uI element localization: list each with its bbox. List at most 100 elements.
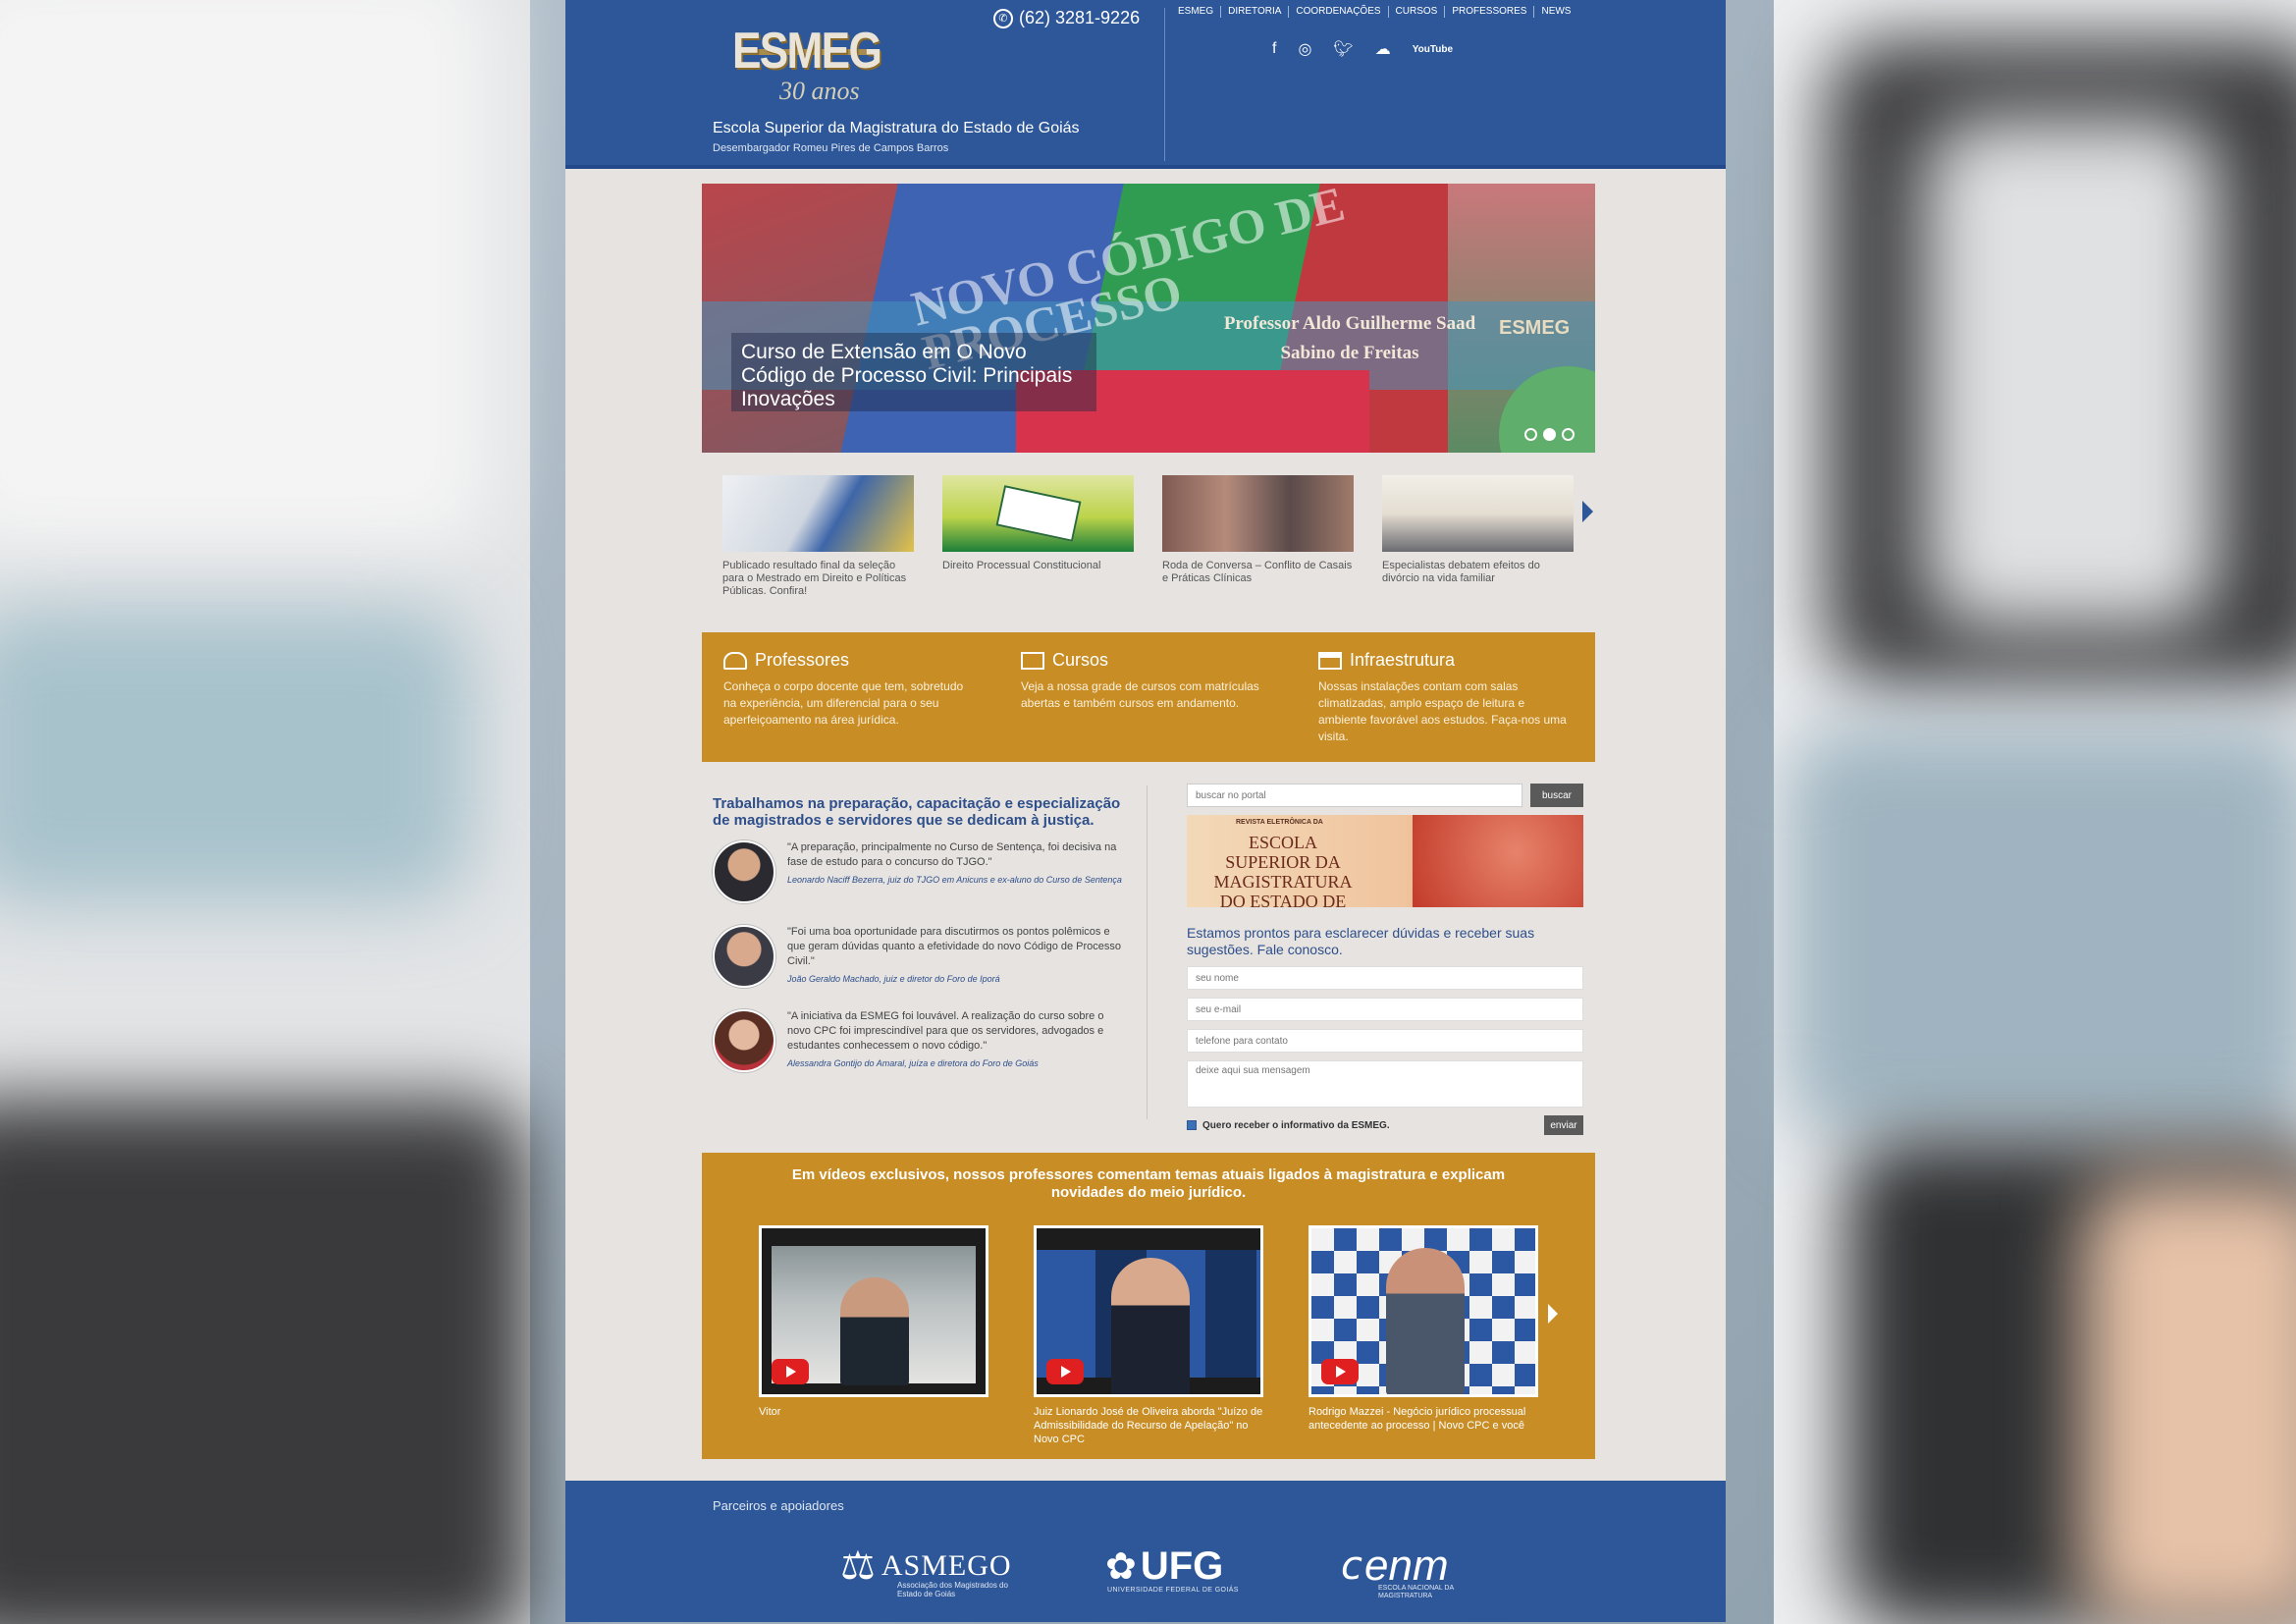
slider-dot-2[interactable] xyxy=(1543,428,1556,441)
testimonial: "Foi uma boa oportunidade para discutirm… xyxy=(713,925,1125,988)
video-item[interactable]: Juiz Lionardo José de Oliveira aborda "J… xyxy=(1034,1225,1263,1446)
partner-name: UFG xyxy=(1140,1543,1224,1588)
testimonial-quote: "A preparação, principalmente no Curso d… xyxy=(787,841,1117,868)
feature-description: Nossas instalações contam com salas clim… xyxy=(1318,679,1567,743)
search-input[interactable] xyxy=(1187,784,1522,807)
partner-asmego[interactable]: ⚖ ASMEGO Associação dos Magistrados do E… xyxy=(840,1536,1017,1598)
phone-text: (62) 3281-9226 xyxy=(1019,8,1141,27)
newsletter-label: Quero receber o informativo da ESMEG. xyxy=(1202,1119,1390,1131)
videos-next-arrow-icon[interactable] xyxy=(1548,1304,1558,1324)
nav-coordenacoes[interactable]: COORDENAÇÕES xyxy=(1289,6,1389,18)
nav-professores[interactable]: PROFESSORES xyxy=(1445,6,1535,18)
news-item[interactable]: Roda de Conversa – Conflito de Casais e … xyxy=(1162,475,1354,598)
video-item[interactable]: Rodrigo Mazzei - Negócio jurídico proces… xyxy=(1308,1225,1538,1433)
feature-description: Veja a nossa grade de cursos com matrícu… xyxy=(1021,679,1259,710)
hero-slider[interactable]: NOVO CÓDIGO DE PROCESSO Professor Aldo G… xyxy=(702,184,1595,453)
building-icon xyxy=(1318,651,1342,670)
logo-anniversary: 30 anos xyxy=(779,77,860,105)
nav-cursos[interactable]: CURSOS xyxy=(1389,6,1446,18)
send-button[interactable]: enviar xyxy=(1544,1115,1583,1135)
news-thumbnail-image xyxy=(1382,475,1574,552)
videos-band: Em vídeos exclusivos, nossos professores… xyxy=(702,1153,1595,1459)
column-divider xyxy=(1147,785,1148,1119)
message-field[interactable] xyxy=(1187,1060,1583,1108)
top-navigation: ESMEG DIRETORIA COORDENAÇÕES CURSOS PROF… xyxy=(1178,6,1577,18)
avatar xyxy=(713,840,775,903)
video-thumbnail xyxy=(1034,1225,1263,1397)
logo-wordmark: ESMEG xyxy=(732,23,882,80)
constitution-book-icon xyxy=(995,485,1082,542)
header-divider xyxy=(1164,8,1165,161)
thumbnails-next-arrow-icon[interactable] xyxy=(1582,501,1593,522)
search-button[interactable]: buscar xyxy=(1530,784,1583,807)
enm-swoosh-icon: ⅽ xyxy=(1341,1544,1362,1588)
banner-title: ESCOLA SUPERIOR DA MAGISTRATURA DO ESTAD… xyxy=(1213,833,1353,907)
scales-icon: ⚖ xyxy=(840,1544,876,1588)
newsletter-checkbox[interactable] xyxy=(1187,1120,1197,1130)
school-subtitle: Desembargador Romeu Pires de Campos Barr… xyxy=(713,142,949,154)
nav-news[interactable]: NEWS xyxy=(1534,6,1577,18)
banner-statue-art xyxy=(1413,815,1583,907)
keyboard-blur xyxy=(0,1100,530,1624)
slider-dot-1[interactable] xyxy=(1524,428,1537,441)
newsletter-option[interactable]: Quero receber o informativo da ESMEG. xyxy=(1187,1120,1390,1131)
email-field[interactable] xyxy=(1187,998,1583,1021)
news-caption: Especialistas debatem efeitos do divórci… xyxy=(1382,560,1540,584)
phone-number[interactable]: ✆ (62) 3281-9226 xyxy=(993,8,1140,28)
play-icon[interactable] xyxy=(772,1359,809,1384)
nav-diretoria[interactable]: DIRETORIA xyxy=(1221,6,1290,18)
video-item[interactable]: Vitor xyxy=(759,1225,988,1419)
sidebar-section: buscar REVISTA ELETRÔNICA DA ESCOLA SUPE… xyxy=(1187,784,1583,1135)
testimonial-author: João Geraldo Machado, juiz e diretor do … xyxy=(787,974,1000,984)
document-icon xyxy=(1021,651,1044,670)
soundcloud-icon[interactable]: ☁ xyxy=(1375,39,1391,59)
website-mockup: ESMEG 30 anos Escola Superior da Magistr… xyxy=(565,0,1726,1622)
phone-icon: ✆ xyxy=(993,8,1013,28)
video-speaker xyxy=(1386,1248,1465,1394)
feature-infraestrutura[interactable]: Infraestrutura Nossas instalações contam… xyxy=(1297,632,1594,762)
news-item[interactable]: Publicado resultado final da seleção par… xyxy=(722,475,914,598)
partner-enm[interactable]: ⅽ enm ESCOLA NACIONAL DA MAGISTRATURA xyxy=(1341,1536,1468,1599)
play-icon[interactable] xyxy=(1321,1359,1359,1384)
news-caption: Direito Processual Constitucional xyxy=(942,560,1101,571)
video-thumbnail xyxy=(759,1225,988,1397)
video-thumbnail xyxy=(1308,1225,1538,1397)
desk-blur-right xyxy=(1787,727,2296,1139)
news-thumbnail-image xyxy=(722,475,914,552)
twitter-icon[interactable]: 🐦︎ xyxy=(1333,39,1353,59)
partner-ufg[interactable]: ✿ UFG UNIVERSIDADE FEDERAL DE GOIÁS xyxy=(1105,1536,1262,1597)
testimonial-quote: "Foi uma boa oportunidade para discutirm… xyxy=(787,926,1122,967)
school-title: Escola Superior da Magistratura do Estad… xyxy=(713,120,1080,136)
youtube-icon[interactable]: YouTube xyxy=(1413,44,1453,55)
facebook-icon[interactable]: f xyxy=(1272,40,1276,58)
feature-professores[interactable]: Professores Conheça o corpo docente que … xyxy=(702,632,999,762)
slide-caption[interactable]: Curso de Extensão em O Novo Código de Pr… xyxy=(741,341,1095,411)
news-item[interactable]: Especialistas debatem efeitos do divórci… xyxy=(1382,475,1574,598)
play-icon[interactable] xyxy=(1046,1359,1084,1384)
avatar xyxy=(713,1009,775,1072)
phone-field[interactable] xyxy=(1187,1029,1583,1053)
desk-blur xyxy=(0,609,471,903)
partner-name: enm xyxy=(1364,1542,1449,1590)
ufg-flower-icon: ✿ xyxy=(1105,1545,1137,1588)
slider-dot-3[interactable] xyxy=(1562,428,1575,441)
esmeg-logo[interactable]: ESMEG 30 anos xyxy=(732,22,889,110)
video-caption: Juiz Lionardo José de Oliveira aborda "J… xyxy=(1034,1406,1263,1445)
partner-subtitle: ESCOLA NACIONAL DA MAGISTRATURA xyxy=(1378,1585,1454,1599)
name-field[interactable] xyxy=(1187,966,1583,990)
video-caption: Vitor xyxy=(759,1406,781,1418)
nav-esmeg[interactable]: ESMEG xyxy=(1178,6,1222,18)
instagram-icon[interactable]: ◎ xyxy=(1298,39,1311,59)
social-links: f ◎ 🐦︎ ☁ YouTube xyxy=(1272,39,1453,59)
journal-banner[interactable]: REVISTA ELETRÔNICA DA ESCOLA SUPERIOR DA… xyxy=(1187,815,1583,907)
news-caption: Publicado resultado final da seleção par… xyxy=(722,560,907,597)
videos-heading: Em vídeos exclusivos, nossos professores… xyxy=(791,1166,1506,1201)
news-item[interactable]: Direito Processual Constitucional xyxy=(942,475,1134,598)
slide-professor-name: Professor Aldo Guilherme Saad Sabino de … xyxy=(1223,313,1476,363)
newsletter-row: Quero receber o informativo da ESMEG. en… xyxy=(1187,1115,1583,1135)
feature-cursos[interactable]: Cursos Veja a nossa grade de cursos com … xyxy=(999,632,1297,762)
partner-name: ASMEGO xyxy=(881,1549,1012,1582)
video-speaker xyxy=(840,1277,909,1385)
testimonials-section: Trabalhamos na preparação, capacitação e… xyxy=(713,795,1125,1072)
site-header: ESMEG 30 anos Escola Superior da Magistr… xyxy=(565,0,1726,169)
